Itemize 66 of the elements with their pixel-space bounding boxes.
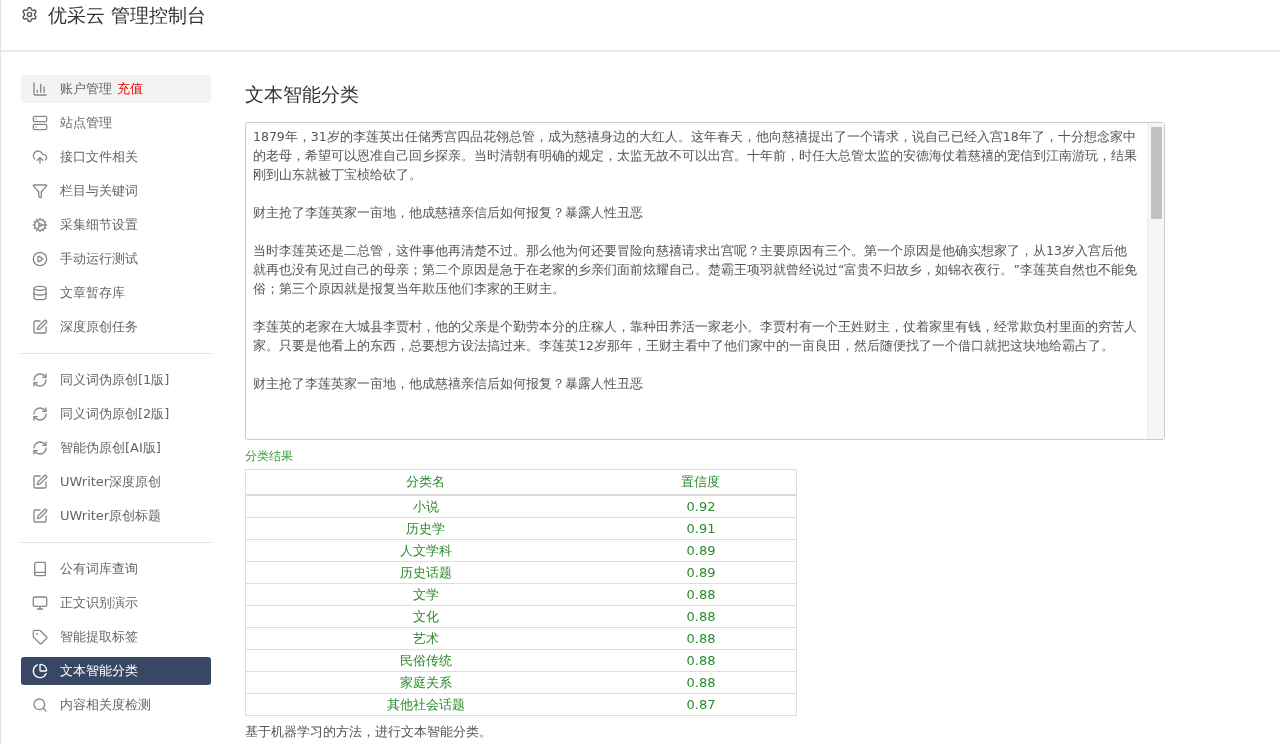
monitor-icon — [32, 595, 48, 611]
server-icon — [32, 115, 48, 131]
table-cell: 0.88 — [605, 583, 797, 606]
table-cell: 0.88 — [605, 627, 797, 650]
description-text: 基于机器学习的方法，进行文本智能分类。 — [245, 724, 493, 741]
table-cell: 0.88 — [605, 671, 797, 694]
gears-icon — [32, 217, 48, 233]
recharge-link[interactable]: 充值 — [117, 80, 143, 98]
refresh-icon — [32, 372, 48, 388]
sidebar-item[interactable]: 站点管理 — [21, 109, 211, 137]
sidebar-item[interactable]: 内容相关度检测 — [21, 691, 211, 719]
play-icon — [32, 251, 48, 267]
bar-chart-icon — [32, 81, 48, 97]
table-cell: 文化 — [245, 605, 606, 628]
sidebar-item[interactable]: UWriter原创标题 — [21, 502, 211, 530]
edit-icon — [32, 474, 48, 490]
refresh-icon — [32, 406, 48, 422]
table-cell: 人文学科 — [245, 539, 606, 562]
book-icon — [32, 561, 48, 577]
sidebar-item[interactable]: 同义词伪原创[1版] — [21, 366, 211, 394]
tag-icon — [32, 629, 48, 645]
database-icon — [32, 285, 48, 301]
page-title: 文本智能分类 — [245, 82, 360, 107]
table-cell: 0.87 — [605, 693, 797, 716]
table-cell: 家庭关系 — [245, 671, 606, 694]
sidebar-item[interactable]: 正文识别演示 — [21, 589, 211, 617]
sidebar-item[interactable]: 同义词伪原创[2版] — [21, 400, 211, 428]
column-header: 分类名 — [245, 469, 606, 495]
sidebar-item[interactable]: 栏目与关键词 — [21, 177, 211, 205]
text-input[interactable]: 1879年，31岁的李莲英出任储秀宫四品花翎总管，成为慈禧身边的大红人。这年春天，他向慈禧提出了一个请求，说自己已经入宫18年了，十分想念家中的老母，希望可以恩准自己回乡探亲。当时清朝有明确的规定，太监无故不可以出宫。十年前，时任大总管太监的安德海仗着慈禧的宠信到江南游玩，结果刚到山东就被丁宝桢给砍了。 财主抢了李莲英家一亩地，他成慈禧亲信后如何报复？暴露人性丑恶 当时李莲英还是二总管，这件事他再清楚不过。那么他为何还要冒险向慈禧请求出宫呢？主要原因有三个。第一个原因是他确实想家了，从13岁入宫后他就再也没有见过自己的母亲；第二个原因是急于在老家的乡亲们面前炫耀自己。楚霸王项羽就曾经说过“富贵不归故乡，如锦衣夜行。”李莲英自然也不能免俗；第三个原因就是报复当年欺压他们李家的王财主。 李莲英的老家在大城县李贾村，他的父亲是个勤劳本分的庄稼人，靠种田养活一家老小。李贾村有一个王姓财主，仗着家里有钱，经常欺负村里面的穷苦人家。只要是他看上的东西，总要想方设法搞过来。李莲英12岁那年，王财主看中了他们家中的一亩良田，然后随便找了一个借口就把这块地给霸占了。 财主抢了李莲英家一亩地，他成慈禧亲信后如何报复？暴露人性丑恶 — [245, 122, 1165, 440]
table-cell: 历史话题 — [245, 561, 606, 584]
edit-icon — [32, 319, 48, 335]
sidebar-item[interactable]: UWriter深度原创 — [21, 468, 211, 496]
scrollbar[interactable] — [1147, 123, 1164, 439]
settings-icon — [21, 6, 38, 23]
cloud-upload-icon — [32, 149, 48, 165]
table-cell: 0.88 — [605, 605, 797, 628]
table-cell: 0.88 — [605, 649, 797, 672]
table-cell: 文学 — [245, 583, 606, 606]
edit-icon — [32, 508, 48, 524]
sidebar-item[interactable]: 手动运行测试 — [21, 245, 211, 273]
sidebar-item[interactable]: 智能提取标签 — [21, 623, 211, 651]
table-cell: 0.92 — [605, 495, 797, 518]
filter-icon — [32, 183, 48, 199]
pie-chart-icon — [32, 663, 48, 679]
app-title: 优采云 管理控制台 — [48, 4, 207, 26]
table-cell: 历史学 — [245, 517, 606, 540]
refresh-icon — [32, 440, 48, 456]
sidebar-item[interactable]: 公有词库查询 — [21, 555, 211, 583]
sidebar-item[interactable]: 采集细节设置 — [21, 211, 211, 239]
column-header: 置信度 — [605, 469, 797, 495]
sidebar-item[interactable]: 文本智能分类 — [21, 657, 211, 685]
sidebar-item[interactable]: 文章暂存库 — [21, 279, 211, 307]
table-cell: 小说 — [245, 495, 606, 518]
table-cell: 0.89 — [605, 561, 797, 584]
sidebar-item[interactable]: 深度原创任务 — [21, 313, 211, 341]
table-cell: 0.91 — [605, 517, 797, 540]
sidebar-item[interactable]: 智能伪原创[AI版] — [21, 434, 211, 462]
table-cell: 其他社会话题 — [245, 693, 606, 716]
results-label: 分类结果 — [245, 448, 294, 465]
table-cell: 艺术 — [245, 627, 606, 650]
sidebar-item[interactable]: 账户管理 充值 — [21, 75, 211, 103]
search-icon — [32, 697, 48, 713]
table-cell: 民俗传统 — [245, 649, 606, 672]
table-cell: 0.89 — [605, 539, 797, 562]
sidebar-item[interactable]: 接口文件相关 — [21, 143, 211, 171]
